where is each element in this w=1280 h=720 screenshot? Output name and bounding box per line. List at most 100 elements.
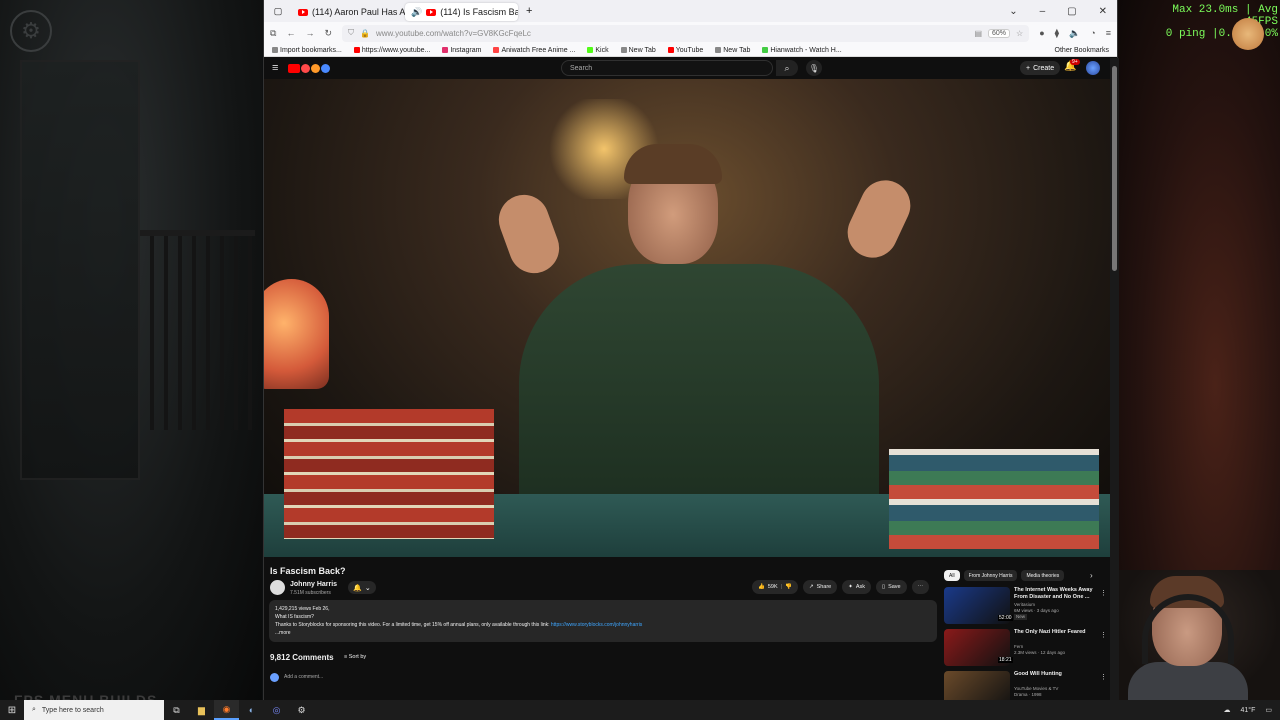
bookmark-item[interactable]: New Tab bbox=[620, 46, 656, 54]
star-icon[interactable]: ☆ bbox=[1016, 29, 1023, 38]
ask-button[interactable]: ✦ Ask bbox=[842, 580, 872, 594]
video-actions: 👍 59K | 👎 ↗ Share ✦ Ask ▯ Save ⋯ bbox=[752, 580, 930, 594]
more-options-icon[interactable]: ⋮ bbox=[1100, 673, 1107, 681]
chevron-down-icon[interactable]: ⌄ bbox=[1009, 6, 1017, 17]
recommendation-title[interactable]: Good Will Hunting bbox=[1014, 671, 1104, 678]
bookmark-item[interactable]: Aniwatch Free Anime ... bbox=[493, 46, 575, 54]
url-bar[interactable]: ⛉ 🔒 www.youtube.com/watch?v=GV8KGcFqeLc … bbox=[341, 24, 1030, 42]
bookmark-item[interactable]: Kick bbox=[587, 46, 609, 54]
bookmark-favicon-icon bbox=[762, 46, 769, 53]
forward-button[interactable]: → bbox=[305, 28, 314, 38]
game-app-icon[interactable]: ⚙ bbox=[289, 700, 314, 720]
bookmark-item[interactable]: Import bookmarks... bbox=[272, 46, 342, 54]
video-duration: 52:00 bbox=[998, 615, 1013, 621]
youtube-logo[interactable] bbox=[288, 63, 331, 73]
sparkle-icon: ✦ bbox=[848, 584, 853, 590]
task-view-icon[interactable]: ⧉ bbox=[164, 700, 189, 720]
sort-comments-button[interactable]: ≡ Sort by bbox=[344, 654, 366, 660]
volume-icon[interactable]: 🔈 bbox=[1069, 28, 1080, 39]
firefox-icon[interactable]: ◉ bbox=[214, 700, 239, 720]
bookmark-icon: ▯ bbox=[882, 584, 886, 590]
webcam-body bbox=[1128, 662, 1248, 702]
description-line-2: Thanks to Storyblocks for sponsoring thi… bbox=[275, 622, 643, 628]
discord-icon[interactable]: ◎ bbox=[264, 700, 289, 720]
video-player[interactable] bbox=[264, 79, 1110, 557]
description-line-1: What IS fascism? bbox=[275, 614, 314, 620]
zoom-level[interactable]: 60% bbox=[988, 28, 1011, 38]
bookmark-favicon-icon bbox=[493, 46, 500, 53]
bookmarks-bar: Import bookmarks... https://www.youtube..… bbox=[264, 44, 1117, 57]
recommendation-title[interactable]: The Internet Was Weeks Away From Disaste… bbox=[1014, 587, 1104, 601]
recommendation-item[interactable]: 52:00 The Internet Was Weeks Away From Di… bbox=[944, 587, 1114, 625]
microphone-icon[interactable]: 🎙 bbox=[806, 60, 822, 76]
extension-icon[interactable]: ● bbox=[1039, 28, 1044, 38]
add-comment-input[interactable]: Add a comment... bbox=[284, 674, 323, 680]
scrollbar-thumb[interactable] bbox=[1112, 66, 1117, 271]
speaker-icon[interactable]: 🔊 bbox=[411, 7, 422, 18]
bookmark-item[interactable]: https://www.youtube... bbox=[353, 46, 430, 54]
hamburger-menu-icon[interactable]: ≡ bbox=[272, 62, 278, 74]
chip-from-channel[interactable]: From Johnny Harris bbox=[963, 570, 1018, 581]
windows-start-icon[interactable]: ⊞ bbox=[0, 705, 24, 716]
reader-icon[interactable]: ▤ bbox=[974, 29, 982, 38]
more-options-icon[interactable]: ⋮ bbox=[1100, 589, 1107, 597]
save-button[interactable]: ▯ Save bbox=[876, 580, 907, 594]
bookmark-item[interactable]: New Tab bbox=[715, 46, 750, 54]
like-button[interactable]: 👍 59K | 👎 bbox=[752, 580, 798, 594]
create-button[interactable]: + Create bbox=[1020, 61, 1061, 75]
other-bookmarks[interactable]: Other Bookmarks bbox=[1055, 47, 1109, 54]
gear-icon[interactable]: ⚙ bbox=[10, 10, 52, 52]
weather-icon[interactable]: ☁ bbox=[1224, 706, 1231, 714]
steam-icon[interactable]: ◐ bbox=[239, 700, 264, 720]
bookmark-item[interactable]: YouTube bbox=[667, 46, 703, 54]
notifications-icon[interactable]: ▭ bbox=[1265, 706, 1272, 714]
taskbar-search-input[interactable]: ⌕ Type here to search bbox=[24, 700, 164, 720]
chip-all[interactable]: All bbox=[944, 570, 960, 581]
more-options-icon[interactable]: ⋮ bbox=[1100, 631, 1107, 639]
tab-is-fascism-back[interactable]: 🔊 (114) Is Fascism Back? - You ✕ bbox=[405, 3, 518, 21]
sidebar-icon[interactable]: ⧉ bbox=[270, 28, 276, 39]
close-window-button[interactable]: ✕ bbox=[1099, 6, 1107, 17]
file-explorer-icon[interactable]: ▆ bbox=[189, 700, 214, 720]
recommendation-item[interactable]: 18:21 The Only Nazi Hitler Feared Fern 2.3M… bbox=[944, 629, 1114, 667]
bookmark-favicon-icon bbox=[587, 46, 594, 53]
share-button[interactable]: ↗ Share bbox=[802, 580, 838, 594]
bookmark-favicon-icon bbox=[667, 46, 674, 53]
bookmark-favicon-icon bbox=[353, 46, 360, 53]
channel-avatar[interactable] bbox=[270, 580, 285, 595]
tab-bar: ▢ (114) Aaron Paul Has A Serious ✕ 🔊 (11… bbox=[264, 0, 1117, 22]
channel-name[interactable]: Johnny Harris bbox=[290, 581, 337, 588]
search-icon: ⌕ bbox=[32, 706, 36, 713]
subscribe-bell-button[interactable]: 🔔 ⌄ bbox=[348, 581, 376, 594]
page-scrollbar[interactable] bbox=[1110, 58, 1119, 701]
bookmark-favicon-icon bbox=[272, 46, 278, 53]
chevron-right-icon[interactable]: › bbox=[1090, 571, 1093, 580]
search-icon[interactable]: ⌕ bbox=[776, 60, 798, 76]
tab-list-icon[interactable]: ▢ bbox=[264, 6, 292, 17]
minimize-button[interactable]: – bbox=[1040, 6, 1046, 17]
back-button[interactable]: ← bbox=[286, 28, 295, 38]
search-input[interactable]: Search bbox=[561, 60, 773, 76]
recommendation-meta: 2.3M views · 12 days ago bbox=[1014, 650, 1066, 655]
recommendation-title[interactable]: The Only Nazi Hitler Feared bbox=[1014, 629, 1104, 636]
new-tab-button[interactable]: + bbox=[518, 5, 532, 17]
subscriber-count: 7.51M subscribers bbox=[290, 590, 331, 596]
lock-icon: 🔒 bbox=[359, 28, 370, 38]
bookmark-item[interactable]: Hianwatch - Watch H... bbox=[762, 46, 842, 54]
bookmark-item[interactable]: Instagram bbox=[442, 46, 481, 54]
tab-aaron-paul[interactable]: (114) Aaron Paul Has A Serious ✕ bbox=[292, 3, 405, 21]
reload-button[interactable]: ↻ bbox=[324, 28, 332, 39]
bookmark-favicon-icon bbox=[442, 46, 449, 53]
description-box[interactable]: 1,429,215 views Feb 26, What IS fascism?… bbox=[269, 600, 937, 642]
more-actions-button[interactable]: ⋯ bbox=[911, 580, 930, 594]
user-avatar[interactable] bbox=[1086, 61, 1100, 75]
puzzle-icon[interactable]: ⧫ bbox=[1055, 28, 1059, 39]
bookmark-favicon-icon bbox=[715, 46, 722, 53]
show-more[interactable]: ...more bbox=[275, 629, 931, 637]
account-icon[interactable]: ◔ bbox=[1090, 28, 1095, 38]
maximize-button[interactable]: ▢ bbox=[1067, 6, 1076, 17]
sponsor-link[interactable]: https://www.storyblocks.com/johnnyharris bbox=[551, 622, 642, 628]
chip-media-theories[interactable]: Media theories bbox=[1021, 570, 1065, 581]
ellipsis-icon: ⋯ bbox=[917, 584, 924, 590]
menu-icon[interactable]: ≡ bbox=[1106, 28, 1111, 38]
